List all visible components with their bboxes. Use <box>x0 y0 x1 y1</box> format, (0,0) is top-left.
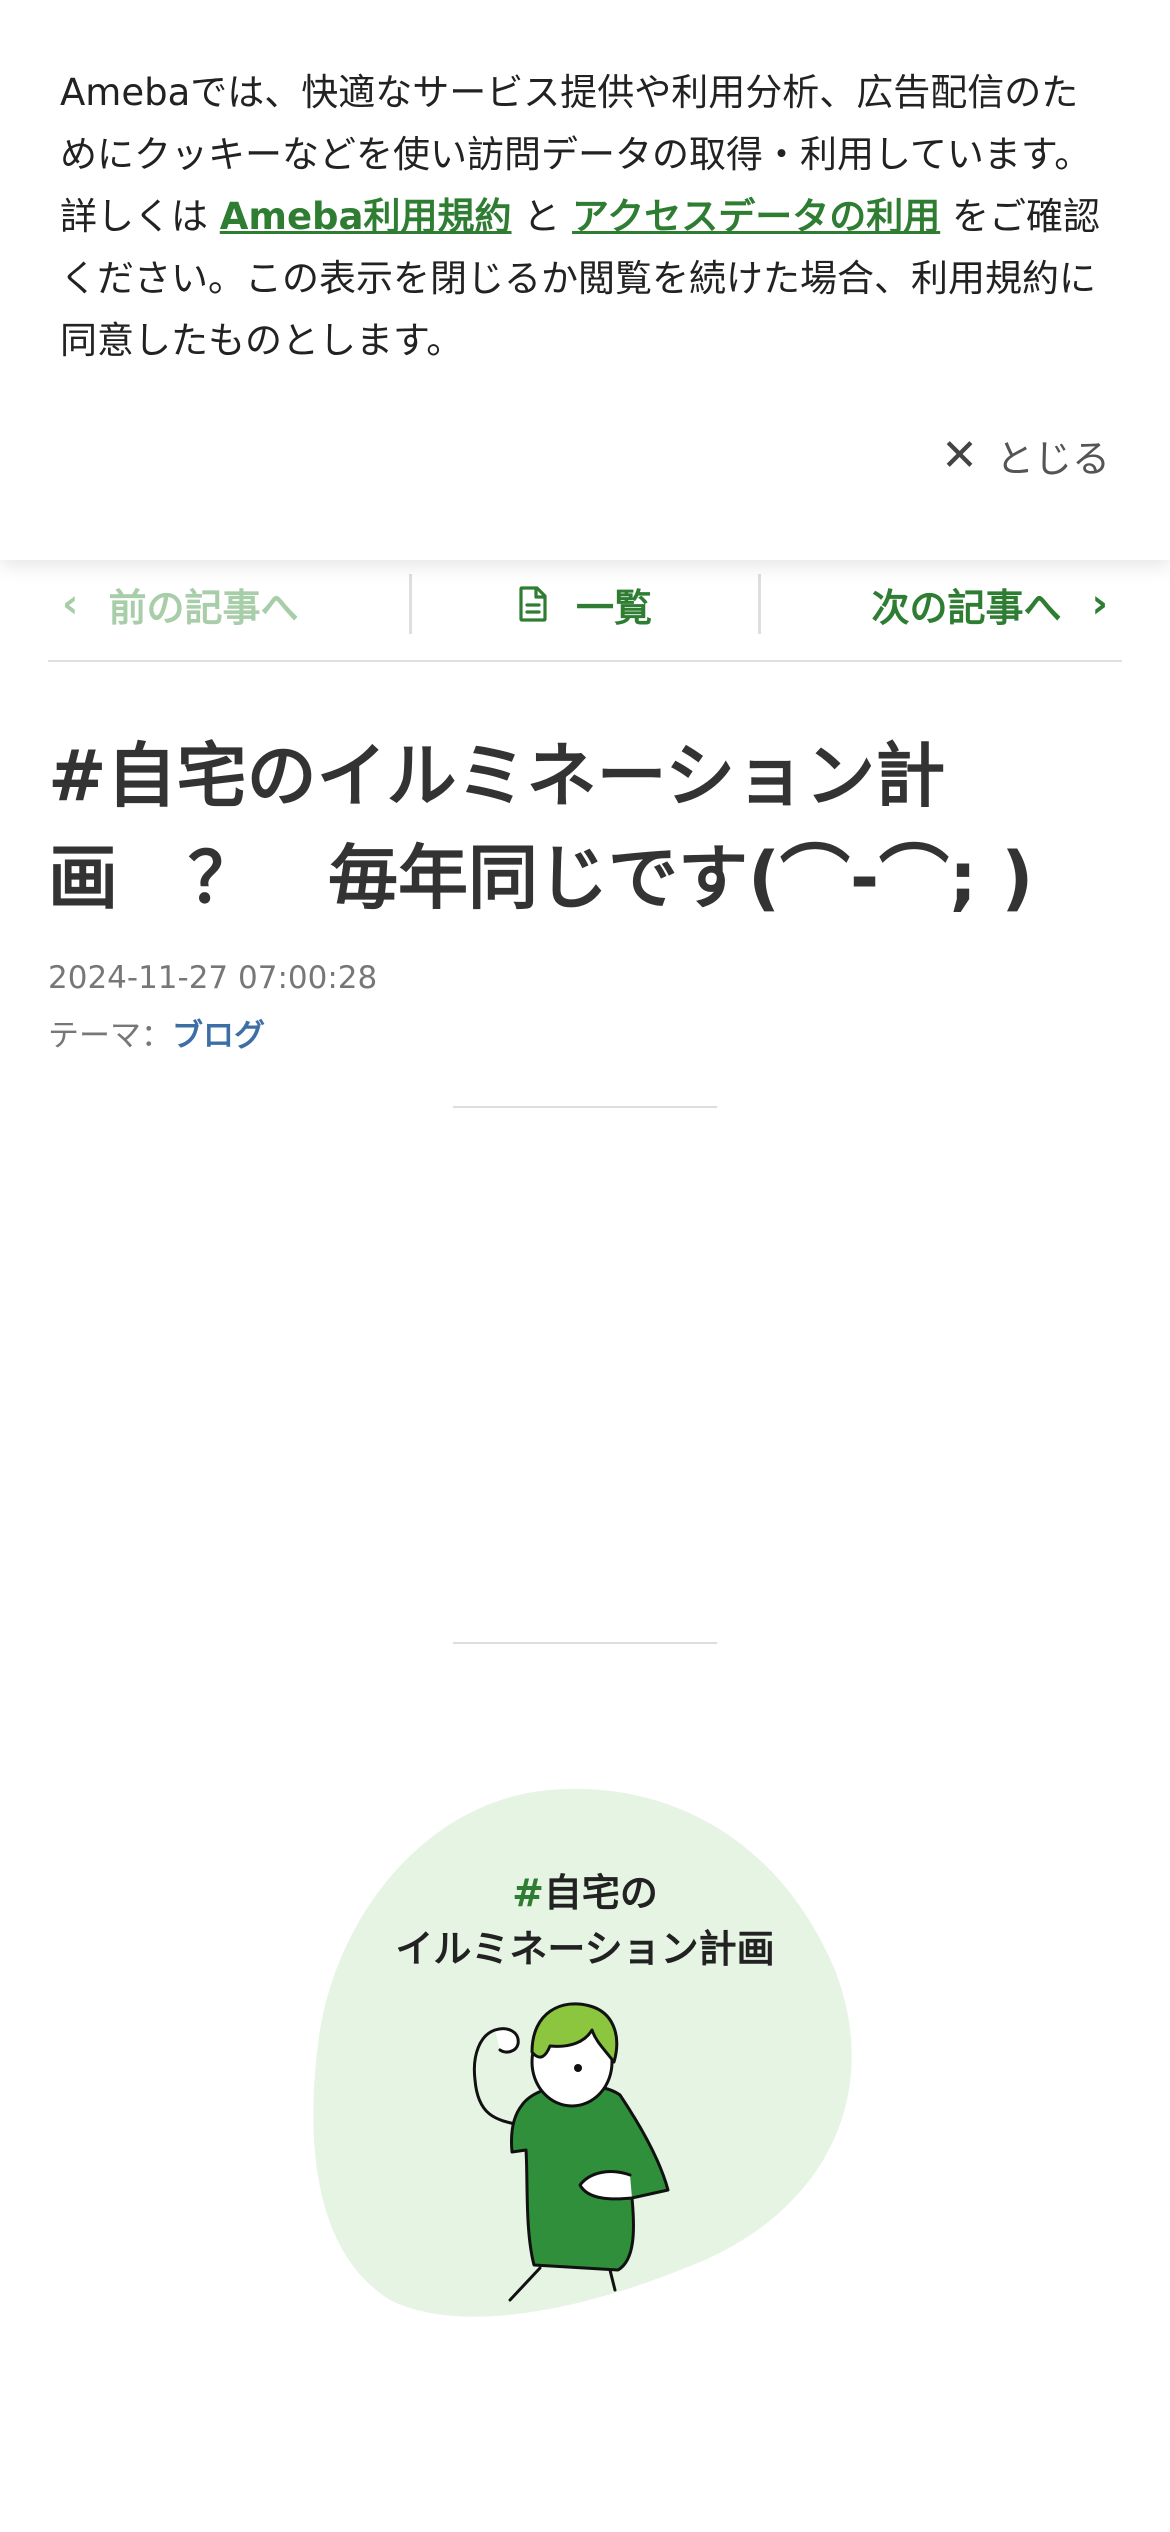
illustration-line-2: イルミネーション計画 <box>395 1927 775 1971</box>
illustration-line-1: 自宅の <box>543 1871 658 1915</box>
next-article-label: 次の記事へ <box>871 585 1062 630</box>
hashtag-illustration: #自宅の イルミネーション計画 <box>300 1780 870 2340</box>
content-divider-bottom <box>453 1642 717 1644</box>
prev-article-link[interactable]: ‹ 前の記事へ <box>48 574 409 634</box>
article-title: #自宅のイルミネーション計画 ？ 毎年同じです(⌒-⌒; ) <box>48 735 1034 919</box>
close-banner-button[interactable]: ✕ とじる <box>941 420 1110 490</box>
illustration-hash: # <box>512 1871 544 1915</box>
cookie-text-and: と <box>523 195 561 238</box>
article-theme: テーマ：ブログ <box>48 1010 265 1055</box>
next-article-link[interactable]: 次の記事へ › <box>761 574 1122 634</box>
prev-article-label: 前の記事へ <box>108 585 299 630</box>
close-label: とじる <box>995 436 1110 481</box>
chevron-right-icon: › <box>1091 581 1109 627</box>
theme-label: テーマ： <box>48 1018 172 1054</box>
illustration-caption: #自宅の イルミネーション計画 <box>300 1865 870 1977</box>
article-date: 2024-11-27 07:00:28 <box>48 960 378 996</box>
document-icon <box>518 586 548 622</box>
access-data-link[interactable]: アクセスデータの利用 <box>572 195 940 238</box>
article-navigation: ‹ 前の記事へ 一覧 次の記事へ › <box>48 548 1122 662</box>
cookie-consent-text: Amebaでは、快適なサービス提供や利用分析、広告配信のためにクッキーなどを使い… <box>60 62 1110 372</box>
theme-link[interactable]: ブログ <box>172 1018 265 1054</box>
cookie-consent-banner: Amebaでは、快適なサービス提供や利用分析、広告配信のためにクッキーなどを使い… <box>0 0 1170 560</box>
article-list-label: 一覧 <box>576 585 653 630</box>
chevron-left-icon: ‹ <box>62 581 79 627</box>
content-divider-top <box>453 1106 717 1108</box>
close-icon: ✕ <box>941 429 978 481</box>
article-list-link[interactable]: 一覧 <box>408 574 762 634</box>
terms-link[interactable]: Ameba利用規約 <box>220 195 512 238</box>
illustration-graphic <box>313 1788 852 2317</box>
